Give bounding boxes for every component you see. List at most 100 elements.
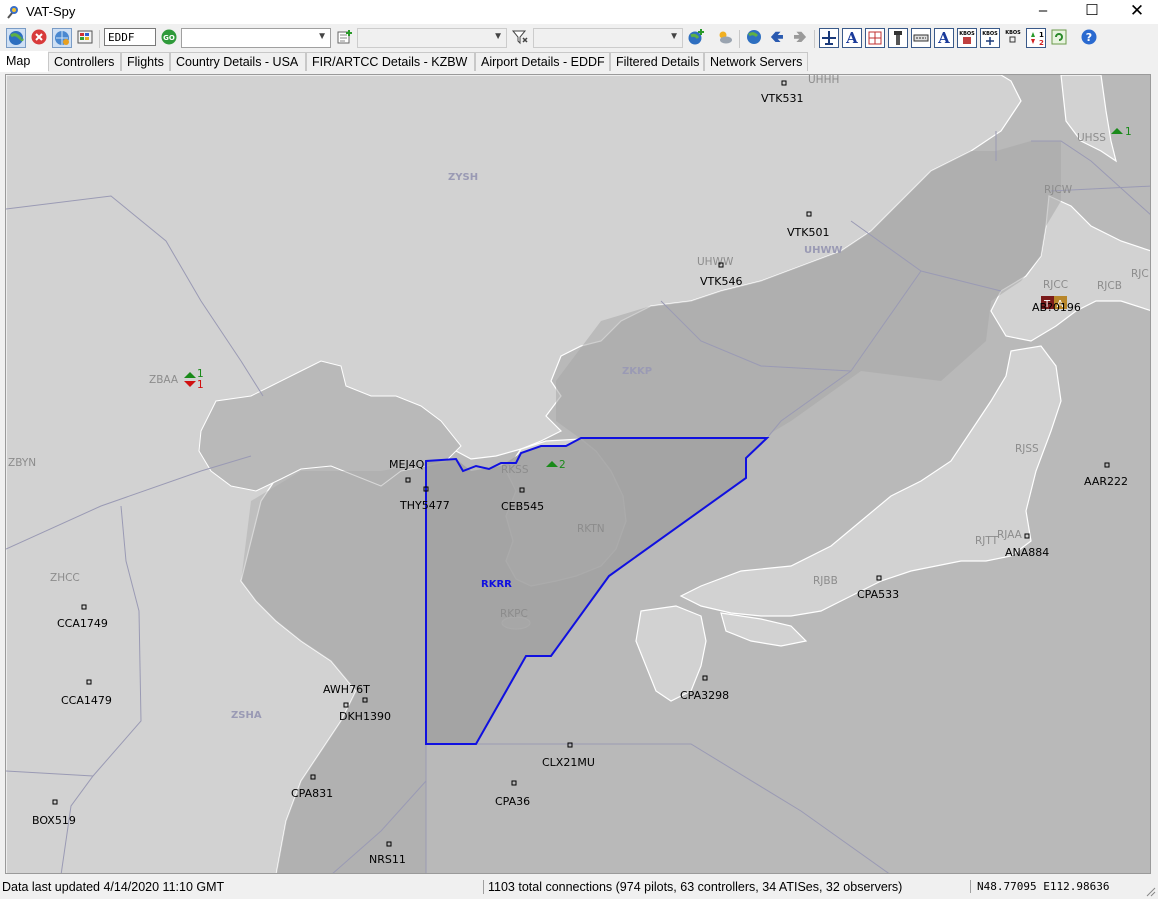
tab-map[interactable]: Map	[0, 51, 48, 72]
app-icon	[7, 6, 18, 19]
flight-icon[interactable]	[819, 28, 839, 48]
flight-callsign: AWH76T	[323, 683, 370, 696]
flight-callsign: CCA1479	[61, 694, 112, 707]
window-title: VAT-Spy	[26, 4, 76, 19]
runway-icon[interactable]	[911, 28, 931, 48]
fir-icon[interactable]	[865, 28, 885, 48]
filter-combo-1[interactable]: ▼	[181, 28, 331, 48]
fir-label-selected: RKRR	[481, 579, 512, 590]
flight-callsign: CCA1749	[57, 617, 108, 630]
help-icon[interactable]: ?	[1079, 28, 1099, 48]
tab-fir-details[interactable]: FIR/ARTCC Details - KZBW	[306, 52, 475, 71]
airport-label: RJCW	[1044, 184, 1073, 196]
metar-icon[interactable]: KBOS	[957, 28, 977, 48]
fir-label: UHWW	[804, 245, 843, 256]
svg-text:KBOS: KBOS	[982, 31, 998, 37]
status-coordinates: N48.77095 E112.98636	[970, 880, 1109, 893]
svg-text:GO: GO	[163, 34, 175, 42]
fir-label: ZSHA	[231, 710, 262, 721]
airport-label: ZHCC	[50, 572, 80, 584]
flight-marker[interactable]: AB?0196	[1032, 301, 1081, 314]
airport-label: RKPC	[500, 608, 528, 620]
close-button[interactable]: ✕	[1114, 0, 1158, 24]
resize-grip-icon[interactable]	[1146, 887, 1156, 897]
airport-label: RJBB	[813, 575, 838, 587]
add-globe-icon[interactable]	[686, 28, 706, 48]
airport-label: ZBAA	[149, 374, 179, 386]
fir-label: ZYSH	[448, 172, 478, 183]
flight-callsign: VTK546	[700, 275, 742, 288]
flight-callsign: ANA884	[1005, 546, 1049, 559]
icao-search-input[interactable]	[104, 28, 156, 46]
globe-icon[interactable]	[744, 28, 764, 48]
airport-label: RJSS	[1015, 443, 1039, 455]
airport-label: UHHH	[808, 75, 839, 86]
tab-filtered-details[interactable]: Filtered Details	[610, 52, 704, 71]
map-view-icon[interactable]	[6, 28, 26, 48]
airport-label: RJTT	[975, 535, 999, 547]
sort-icon[interactable]: 12	[1026, 28, 1046, 48]
flight-callsign: BOX519	[32, 814, 76, 827]
tab-network-servers[interactable]: Network Servers	[704, 52, 808, 71]
flight-callsign: NRS11	[369, 853, 406, 866]
airport-label: RJCB	[1097, 280, 1122, 292]
status-connections: 1103 total connections (974 pilots, 63 c…	[483, 880, 902, 894]
flight-callsign: CPA36	[495, 795, 530, 808]
airport-label: UHWW	[697, 256, 734, 268]
connect-globe-icon[interactable]	[52, 28, 72, 48]
airport-label: RKSS	[501, 464, 529, 476]
label-icon[interactable]: A	[934, 28, 954, 48]
flight-callsign: CPA533	[857, 588, 899, 601]
airport-label: RJC	[1131, 268, 1149, 280]
tab-strip: Map Controllers Flights Country Details …	[0, 51, 1158, 72]
svg-text:?: ?	[1086, 31, 1092, 44]
flight-callsign: VTK501	[787, 226, 829, 239]
svg-text:2: 2	[1039, 39, 1044, 47]
airport-label: RJAA	[997, 529, 1023, 541]
title-bar: VAT-Spy – ☐ ✕	[0, 0, 1158, 24]
add-filter-icon[interactable]	[335, 28, 355, 48]
tab-airport-details[interactable]: Airport Details - EDDF	[475, 52, 610, 71]
minimize-button[interactable]: –	[1020, 0, 1066, 24]
metar-toggle-icon[interactable]: KBOS	[1003, 28, 1023, 48]
status-last-updated: Data last updated 4/14/2020 11:10 GMT	[2, 880, 225, 894]
airport-label: RJCC	[1043, 279, 1068, 291]
filter-combo-2[interactable]: ▼	[357, 28, 507, 48]
airport-label: RKTN	[577, 523, 605, 535]
status-bar: Data last updated 4/14/2020 11:10 GMT 11…	[0, 878, 1158, 899]
tab-country-details[interactable]: Country Details - USA	[170, 52, 306, 71]
settings-icon[interactable]	[75, 28, 95, 48]
flight-callsign: AB?0196	[1032, 301, 1081, 314]
controller-counter: 1	[1125, 126, 1132, 138]
svg-text:1: 1	[1039, 31, 1044, 39]
disconnect-icon[interactable]	[29, 28, 49, 48]
flight-callsign: MEJ4Q	[389, 458, 425, 471]
flight-callsign: CPA831	[291, 787, 333, 800]
metar-flight-icon[interactable]: KBOS	[980, 28, 1000, 48]
controller-counter: 2	[559, 459, 566, 471]
fir-label: ZKKP	[622, 366, 652, 377]
map-canvas[interactable]: ZYSH UHWW ZKKP RKRR ZSHA UHHH UHSS RJCW …	[5, 74, 1151, 874]
refresh-icon[interactable]	[1049, 28, 1069, 48]
weather-icon[interactable]	[715, 28, 735, 48]
flight-callsign: DKH1390	[339, 710, 391, 723]
filter-combo-3[interactable]: ▼	[533, 28, 683, 48]
tab-flights[interactable]: Flights	[121, 52, 170, 71]
svg-text:KBOS: KBOS	[959, 31, 975, 37]
flight-callsign: AAR222	[1084, 475, 1128, 488]
maximize-button[interactable]: ☐	[1069, 0, 1115, 24]
tower-icon[interactable]	[888, 28, 908, 48]
tab-controllers[interactable]: Controllers	[48, 52, 121, 71]
flight-callsign: THY5477	[399, 499, 450, 512]
go-button[interactable]: GO	[159, 28, 179, 48]
flight-callsign: VTK531	[761, 92, 803, 105]
svg-text:KBOS: KBOS	[1005, 30, 1021, 36]
flight-callsign: CPA3298	[680, 689, 729, 702]
back-arrow-icon[interactable]: 🢀	[767, 28, 787, 48]
controller-counter: 1	[197, 379, 204, 391]
atis-icon[interactable]: A	[842, 28, 862, 48]
flight-callsign: CEB545	[501, 500, 544, 513]
filter-icon[interactable]	[510, 28, 530, 48]
flight-callsign: CLX21MU	[542, 756, 595, 769]
forward-arrow-icon[interactable]: 🢂	[790, 28, 810, 48]
